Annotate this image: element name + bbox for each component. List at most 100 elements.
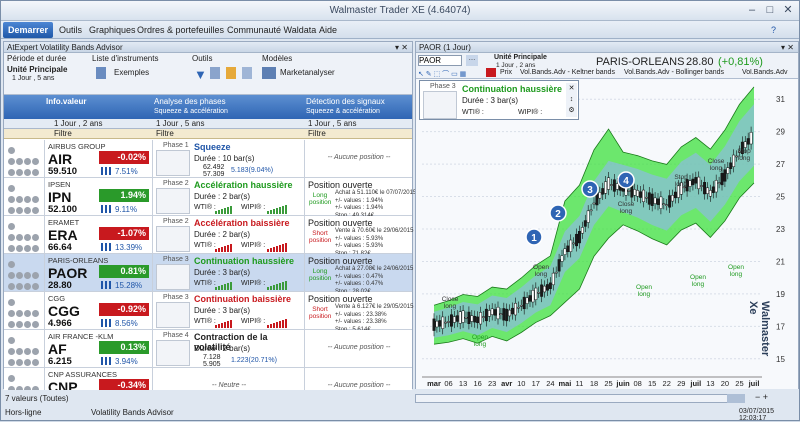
- ticker[interactable]: AIR: [48, 151, 72, 167]
- chart-tools-icons[interactable]: ↖ ✎ ⬚ ⌒ ▭ ▦: [418, 69, 466, 79]
- table-row[interactable]: AIRBUS GROUP AIR 59.510 -0.02% 7.51% Phase 1 S…: [4, 140, 412, 178]
- ticker[interactable]: ERA: [48, 227, 78, 243]
- x-tick-label: 11: [576, 379, 584, 388]
- rating-dots[interactable]: [8, 233, 42, 241]
- unit-selector[interactable]: Unité Principale: [7, 65, 67, 74]
- table-row[interactable]: PARIS-ORLEANS PAOR 28.80 0.81% 15.28% Phase 3…: [4, 254, 413, 295]
- candle-body: [656, 198, 660, 205]
- legend-price[interactable]: Prix: [500, 69, 512, 76]
- sort-icon[interactable]: [242, 67, 252, 79]
- dot-icon: [32, 196, 39, 203]
- rating-dots[interactable]: [8, 168, 42, 176]
- legend-keltner[interactable]: Vol.Bands.Adv - Keltner bands: [520, 69, 615, 76]
- no-position: -- Aucune position --: [327, 382, 391, 389]
- candle-body: [607, 177, 610, 190]
- phase-duration: Durée : 2 bar(s): [194, 230, 251, 239]
- col-analyse[interactable]: Analyse des phases: [154, 97, 226, 107]
- chart-scrollbar[interactable]: [415, 394, 745, 403]
- dot-icon: [8, 321, 15, 328]
- tab-aide[interactable]: Aide: [319, 25, 337, 35]
- rating-dots[interactable]: [8, 320, 42, 328]
- list-icon[interactable]: [96, 67, 106, 79]
- rating-dots[interactable]: [8, 298, 42, 306]
- candle-body: [691, 178, 695, 186]
- signal-label: Open long: [533, 264, 549, 278]
- price-chart[interactable]: 151719212325272931mar 06 13 16 23 avr 10 17 24 ma…: [416, 79, 798, 389]
- signal-title: Position ouverte: [308, 180, 373, 190]
- filter-info[interactable]: Filtre: [54, 129, 72, 138]
- chart-unit-selector[interactable]: Unité Principale: [494, 54, 547, 61]
- rating-dots[interactable]: [8, 374, 42, 382]
- col-detect[interactable]: Détection des signaux: [306, 97, 385, 107]
- rating-dots[interactable]: [8, 347, 42, 355]
- candle-body: [708, 190, 712, 197]
- dot-icon: [8, 337, 15, 344]
- dot-icon: [24, 310, 31, 317]
- rating-dots[interactable]: [8, 157, 42, 165]
- period-info[interactable]: 1 Jour , 2 ans: [54, 119, 102, 128]
- wipi-bar: [267, 211, 269, 214]
- rating-dots[interactable]: [8, 244, 42, 252]
- scrollbar-thumb[interactable]: [727, 394, 745, 403]
- filter-icon[interactable]: ▼: [194, 67, 207, 82]
- overlay-tools-icon[interactable]: ✕ ↕ ⚙: [566, 83, 577, 117]
- tab-graphiques[interactable]: Graphiques: [89, 25, 136, 35]
- instrument-name: PARIS-ORLEANS: [596, 56, 685, 68]
- list-selector[interactable]: Exemples: [114, 68, 149, 77]
- rating-dots[interactable]: [8, 309, 42, 317]
- rating-dots[interactable]: [8, 271, 42, 279]
- period-analyse[interactable]: 1 Jour , 5 ans: [156, 119, 204, 128]
- model-selector[interactable]: Marketanalyser: [280, 68, 335, 77]
- symbol-search-icon[interactable]: …: [466, 55, 478, 66]
- tab-ordres[interactable]: Ordres & portefeuilles: [137, 25, 224, 35]
- dot-icon: [32, 169, 39, 176]
- x-tick-label: 17: [532, 379, 540, 388]
- maximize-icon[interactable]: □: [761, 3, 779, 18]
- minimize-icon[interactable]: –: [743, 3, 761, 18]
- export-icon[interactable]: [226, 67, 236, 79]
- rating-dots[interactable]: [8, 336, 42, 344]
- dot-icon: [16, 321, 23, 328]
- wti-bar: [227, 283, 229, 290]
- rating-dots[interactable]: [8, 195, 42, 203]
- rating-dots[interactable]: [8, 146, 42, 154]
- candle-body: [671, 195, 674, 202]
- symbol-input[interactable]: [418, 55, 462, 66]
- ticker[interactable]: PAOR: [48, 265, 87, 281]
- table-row[interactable]: CGG CGG 4.966 -0.92% 8.56% Phase 3 Continuatio…: [4, 292, 413, 333]
- tab-outils[interactable]: Outils: [59, 25, 82, 35]
- tab-communaute[interactable]: Communauté Waldata: [227, 25, 316, 35]
- rating-dots[interactable]: [8, 358, 42, 366]
- table-row[interactable]: IPSEN IPN 52.100 1.94% 9.11% Phase 2 Accélérat…: [4, 178, 416, 219]
- wipi-bar: [279, 207, 281, 214]
- table-row[interactable]: ERAMET ERA 66.64 -1.07% 13.39% Phase 2 Accélér…: [4, 216, 413, 257]
- chart-close-icon[interactable]: ▾ ✕: [781, 42, 794, 53]
- filter-detect[interactable]: Filtre: [308, 129, 326, 138]
- candle-body: [470, 315, 474, 322]
- start-button[interactable]: Demarrer: [3, 22, 53, 38]
- legend-advisor[interactable]: Vol.Bands.Adv: [742, 69, 798, 76]
- x-tick-label: avr: [501, 379, 512, 388]
- ticker[interactable]: AF: [48, 341, 67, 357]
- signal-side: Short position: [309, 306, 332, 320]
- legend-bollinger[interactable]: Vol.Bands.Adv - Bollinger bands: [624, 69, 724, 76]
- model-icon[interactable]: [262, 67, 276, 79]
- panel-close-icon[interactable]: ▾ ✕: [395, 42, 408, 53]
- rating-dots[interactable]: [8, 282, 42, 290]
- period-detect[interactable]: 1 Jour , 5 ans: [308, 119, 356, 128]
- rating-dots[interactable]: [8, 260, 42, 268]
- wipi-bar: [267, 249, 269, 252]
- columns-icon[interactable]: [210, 67, 220, 79]
- filter-analyse[interactable]: Filtre: [156, 129, 174, 138]
- wti-label: WTI® :: [194, 318, 216, 325]
- rating-dots[interactable]: [8, 222, 42, 230]
- close-icon[interactable]: ✕: [779, 3, 797, 18]
- help-icon[interactable]: ?: [771, 25, 776, 35]
- ticker[interactable]: CGG: [48, 303, 80, 319]
- ticker[interactable]: IPN: [48, 189, 71, 205]
- table-row[interactable]: AIR FRANCE -KLM AF 6.215 0.13% 3.94% Phase 4C…: [4, 330, 412, 368]
- rating-dots[interactable]: [8, 206, 42, 214]
- rating-dots[interactable]: [8, 184, 42, 192]
- col-info[interactable]: Info.valeur: [46, 97, 86, 107]
- zoom-controls[interactable]: − +: [755, 392, 768, 402]
